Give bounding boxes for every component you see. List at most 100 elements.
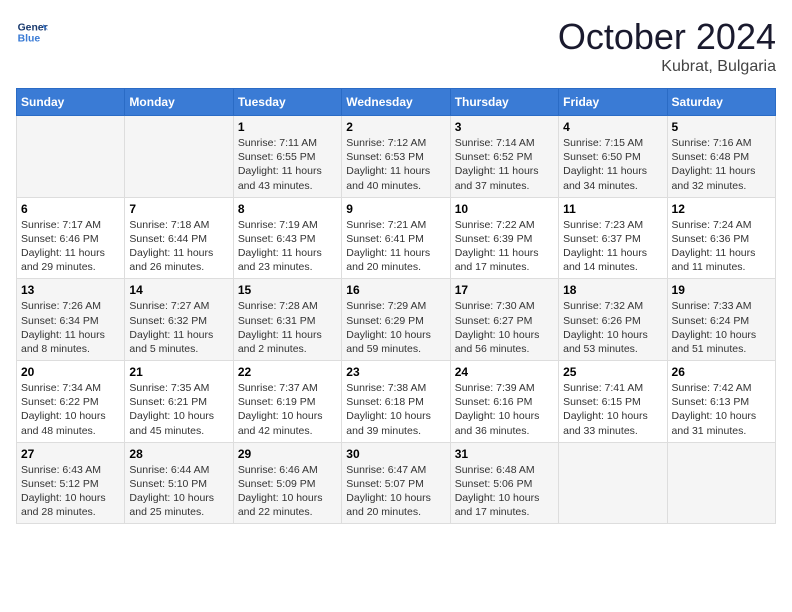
title-block: October 2024 Kubrat, Bulgaria — [558, 16, 776, 76]
calendar-cell: 18Sunrise: 7:32 AM Sunset: 6:26 PM Dayli… — [559, 279, 667, 361]
calendar-cell: 27 Sunrise: 6:43 AM Sunset: 5:12 PM Dayli… — [17, 442, 125, 524]
day-number: 9 — [346, 202, 445, 216]
day-info: Sunrise: 7:34 AM Sunset: 6:22 PM Dayligh… — [21, 381, 120, 438]
day-info: Sunrise: 7:27 AM Sunset: 6:32 PM Dayligh… — [129, 299, 228, 356]
day-number: 19 — [672, 283, 771, 297]
day-info: Sunrise: 7:38 AM Sunset: 6:18 PM Dayligh… — [346, 381, 445, 438]
calendar-cell: 7 Sunrise: 7:18 AM Sunset: 6:44 PM Daylig… — [125, 197, 233, 279]
day-number: 7 — [129, 202, 228, 216]
day-info: Sunrise: 7:22 AM Sunset: 6:39 PM Dayligh… — [455, 218, 554, 275]
column-header-friday: Friday — [559, 89, 667, 116]
day-number: 28 — [129, 447, 228, 461]
day-info: Sunrise: 6:44 AM Sunset: 5:10 PM Dayligh… — [129, 463, 228, 520]
calendar-cell: 24 Sunrise: 7:39 AM Sunset: 6:16 PM Dayli… — [450, 361, 558, 443]
day-number: 6 — [21, 202, 120, 216]
day-number: 23 — [346, 365, 445, 379]
calendar-cell: 13 Sunrise: 7:26 AM Sunset: 6:34 PM Dayli… — [17, 279, 125, 361]
day-info: Sunrise: 7:11 AM Sunset: 6:55 PM Dayligh… — [238, 136, 337, 193]
calendar-week-row: 20 Sunrise: 7:34 AM Sunset: 6:22 PM Dayli… — [17, 361, 776, 443]
day-number: 8 — [238, 202, 337, 216]
day-info: Sunrise: 6:43 AM Sunset: 5:12 PM Dayligh… — [21, 463, 120, 520]
calendar-week-row: 13 Sunrise: 7:26 AM Sunset: 6:34 PM Dayli… — [17, 279, 776, 361]
day-info: Sunrise: 7:14 AM Sunset: 6:52 PM Dayligh… — [455, 136, 554, 193]
day-number: 3 — [455, 120, 554, 134]
day-info: Sunrise: 7:35 AM Sunset: 6:21 PM Dayligh… — [129, 381, 228, 438]
day-number: 1 — [238, 120, 337, 134]
day-info: Sunrise: 7:24 AM Sunset: 6:36 PM Dayligh… — [672, 218, 771, 275]
calendar-cell: 15Sunrise: 7:28 AM Sunset: 6:31 PM Dayli… — [233, 279, 341, 361]
calendar-cell: 20 Sunrise: 7:34 AM Sunset: 6:22 PM Dayli… — [17, 361, 125, 443]
calendar-cell: 6 Sunrise: 7:17 AM Sunset: 6:46 PM Daylig… — [17, 197, 125, 279]
calendar-cell: 14Sunrise: 7:27 AM Sunset: 6:32 PM Dayli… — [125, 279, 233, 361]
day-info: Sunrise: 7:18 AM Sunset: 6:44 PM Dayligh… — [129, 218, 228, 275]
day-info: Sunrise: 7:28 AM Sunset: 6:31 PM Dayligh… — [238, 299, 337, 356]
day-number: 11 — [563, 202, 662, 216]
day-info: Sunrise: 7:19 AM Sunset: 6:43 PM Dayligh… — [238, 218, 337, 275]
calendar-cell: 25 Sunrise: 7:41 AM Sunset: 6:15 PM Dayli… — [559, 361, 667, 443]
day-number: 27 — [21, 447, 120, 461]
day-number: 12 — [672, 202, 771, 216]
column-header-wednesday: Wednesday — [342, 89, 450, 116]
calendar-cell: 11 Sunrise: 7:23 AM Sunset: 6:37 PM Dayli… — [559, 197, 667, 279]
column-header-saturday: Saturday — [667, 89, 775, 116]
day-info: Sunrise: 7:26 AM Sunset: 6:34 PM Dayligh… — [21, 299, 120, 356]
column-header-sunday: Sunday — [17, 89, 125, 116]
column-header-thursday: Thursday — [450, 89, 558, 116]
calendar-cell: 30 Sunrise: 6:47 AM Sunset: 5:07 PM Dayli… — [342, 442, 450, 524]
day-number: 10 — [455, 202, 554, 216]
month-title: October 2024 — [558, 16, 776, 58]
calendar-cell: 31 Sunrise: 6:48 AM Sunset: 5:06 PM Dayli… — [450, 442, 558, 524]
day-number: 29 — [238, 447, 337, 461]
day-info: Sunrise: 7:39 AM Sunset: 6:16 PM Dayligh… — [455, 381, 554, 438]
logo-icon: General Blue — [16, 16, 48, 48]
day-info: Sunrise: 7:41 AM Sunset: 6:15 PM Dayligh… — [563, 381, 662, 438]
day-info: Sunrise: 7:23 AM Sunset: 6:37 PM Dayligh… — [563, 218, 662, 275]
calendar-week-row: 6 Sunrise: 7:17 AM Sunset: 6:46 PM Daylig… — [17, 197, 776, 279]
calendar-table: SundayMondayTuesdayWednesdayThursdayFrid… — [16, 88, 776, 524]
day-info: Sunrise: 6:46 AM Sunset: 5:09 PM Dayligh… — [238, 463, 337, 520]
day-number: 24 — [455, 365, 554, 379]
day-number: 31 — [455, 447, 554, 461]
calendar-cell: 26Sunrise: 7:42 AM Sunset: 6:13 PM Dayli… — [667, 361, 775, 443]
day-number: 5 — [672, 120, 771, 134]
day-number: 26 — [672, 365, 771, 379]
day-number: 2 — [346, 120, 445, 134]
calendar-cell: 9 Sunrise: 7:21 AM Sunset: 6:41 PM Daylig… — [342, 197, 450, 279]
day-number: 18 — [563, 283, 662, 297]
calendar-cell: 4Sunrise: 7:15 AM Sunset: 6:50 PM Daylig… — [559, 116, 667, 198]
day-number: 25 — [563, 365, 662, 379]
day-number: 17 — [455, 283, 554, 297]
svg-text:General: General — [18, 22, 48, 33]
day-info: Sunrise: 6:48 AM Sunset: 5:06 PM Dayligh… — [455, 463, 554, 520]
day-info: Sunrise: 7:33 AM Sunset: 6:24 PM Dayligh… — [672, 299, 771, 356]
calendar-cell: 16Sunrise: 7:29 AM Sunset: 6:29 PM Dayli… — [342, 279, 450, 361]
day-info: Sunrise: 6:47 AM Sunset: 5:07 PM Dayligh… — [346, 463, 445, 520]
day-info: Sunrise: 7:16 AM Sunset: 6:48 PM Dayligh… — [672, 136, 771, 193]
column-header-monday: Monday — [125, 89, 233, 116]
calendar-week-row: 1 Sunrise: 7:11 AM Sunset: 6:55 PM Daylig… — [17, 116, 776, 198]
day-info: Sunrise: 7:17 AM Sunset: 6:46 PM Dayligh… — [21, 218, 120, 275]
calendar-cell: 1 Sunrise: 7:11 AM Sunset: 6:55 PM Daylig… — [233, 116, 341, 198]
calendar-cell: 10 Sunrise: 7:22 AM Sunset: 6:39 PM Dayli… — [450, 197, 558, 279]
day-number: 20 — [21, 365, 120, 379]
day-number: 13 — [21, 283, 120, 297]
calendar-cell: 21Sunrise: 7:35 AM Sunset: 6:21 PM Dayli… — [125, 361, 233, 443]
calendar-cell — [559, 442, 667, 524]
calendar-cell: 5 Sunrise: 7:16 AM Sunset: 6:48 PM Daylig… — [667, 116, 775, 198]
calendar-cell: 22Sunrise: 7:37 AM Sunset: 6:19 PM Dayli… — [233, 361, 341, 443]
calendar-cell: 2Sunrise: 7:12 AM Sunset: 6:53 PM Daylig… — [342, 116, 450, 198]
calendar-cell: 3 Sunrise: 7:14 AM Sunset: 6:52 PM Daylig… — [450, 116, 558, 198]
calendar-cell: 19 Sunrise: 7:33 AM Sunset: 6:24 PM Dayli… — [667, 279, 775, 361]
day-number: 22 — [238, 365, 337, 379]
svg-text:Blue: Blue — [18, 34, 41, 45]
page-header: General Blue October 2024 Kubrat, Bulgar… — [16, 16, 776, 76]
day-info: Sunrise: 7:21 AM Sunset: 6:41 PM Dayligh… — [346, 218, 445, 275]
day-number: 4 — [563, 120, 662, 134]
calendar-cell — [667, 442, 775, 524]
calendar-cell: 28 Sunrise: 6:44 AM Sunset: 5:10 PM Dayli… — [125, 442, 233, 524]
day-number: 30 — [346, 447, 445, 461]
logo: General Blue — [16, 16, 48, 48]
calendar-header-row: SundayMondayTuesdayWednesdayThursdayFrid… — [17, 89, 776, 116]
calendar-cell: 23 Sunrise: 7:38 AM Sunset: 6:18 PM Dayli… — [342, 361, 450, 443]
calendar-cell — [17, 116, 125, 198]
